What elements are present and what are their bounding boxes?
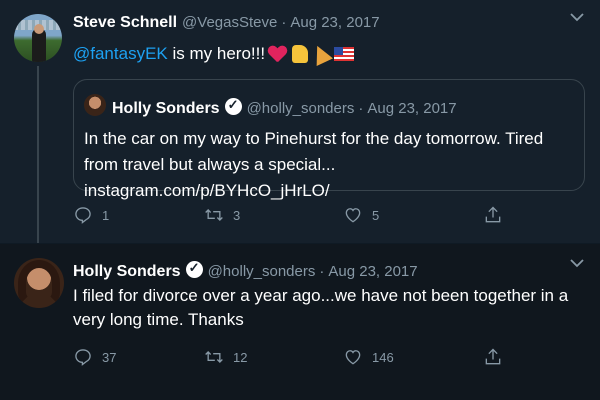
avatar[interactable] bbox=[14, 258, 64, 308]
share-button[interactable] bbox=[483, 205, 512, 225]
like-button[interactable]: 5 bbox=[343, 205, 379, 225]
author-name[interactable]: Steve Schnell bbox=[73, 14, 177, 32]
tweet-actions: 1 3 5 bbox=[73, 205, 513, 227]
separator-dot: · bbox=[281, 14, 287, 31]
retweet-icon bbox=[205, 351, 223, 363]
us-flag-emoji-icon bbox=[334, 47, 355, 61]
like-count: 5 bbox=[372, 207, 380, 223]
thumbs-up-emoji-icon bbox=[292, 45, 309, 63]
tweet-text: I filed for divorce over a year ago...we… bbox=[73, 286, 569, 329]
tweet-header: Steve Schnell @VegasSteve · Aug 23, 2017 bbox=[73, 14, 380, 32]
tweet-text: @fantasyEK is my hero!!! bbox=[73, 42, 355, 66]
quoted-tweet-text: In the car on my way to Pinehurst for th… bbox=[84, 129, 544, 200]
separator-dot: · bbox=[358, 100, 364, 117]
avatar[interactable] bbox=[84, 94, 106, 116]
chevron-down-icon[interactable] bbox=[568, 258, 586, 272]
retweet-count: 3 bbox=[233, 207, 241, 223]
author-name[interactable]: Holly Sonders bbox=[73, 263, 181, 281]
thread-connector-line bbox=[37, 66, 39, 243]
tweet-steve-schnell[interactable]: Steve Schnell @VegasSteve · Aug 23, 2017… bbox=[0, 0, 600, 243]
avatar[interactable] bbox=[14, 14, 62, 62]
chevron-down-icon[interactable] bbox=[568, 12, 586, 26]
tweet-actions: 37 12 146 bbox=[73, 347, 513, 369]
tweet-date[interactable]: Aug 23, 2017 bbox=[367, 100, 456, 117]
like-icon bbox=[345, 350, 361, 365]
reply-icon bbox=[75, 349, 91, 366]
reply-button[interactable]: 37 bbox=[73, 347, 116, 367]
share-icon bbox=[485, 206, 501, 223]
reply-button[interactable]: 1 bbox=[73, 205, 109, 225]
share-button[interactable] bbox=[483, 347, 512, 367]
retweet-icon bbox=[205, 209, 223, 221]
retweet-button[interactable]: 3 bbox=[204, 205, 240, 225]
verified-icon bbox=[185, 260, 203, 278]
like-icon bbox=[345, 208, 361, 223]
author-name[interactable]: Holly Sonders bbox=[112, 100, 220, 118]
retweet-button[interactable]: 12 bbox=[204, 347, 247, 367]
mention-link[interactable]: @fantasyEK bbox=[73, 42, 168, 66]
reply-icon bbox=[75, 207, 91, 224]
tweet-date[interactable]: Aug 23, 2017 bbox=[328, 263, 417, 280]
author-handle[interactable]: @VegasSteve bbox=[182, 14, 277, 31]
quoted-tweet-header: Holly Sonders @holly_sonders · Aug 23, 2… bbox=[112, 96, 457, 118]
quoted-tweet-card[interactable]: Holly Sonders @holly_sonders · Aug 23, 2… bbox=[73, 79, 585, 200]
like-button[interactable]: 146 bbox=[343, 347, 394, 367]
tweet-text-content: is my hero!!! bbox=[172, 44, 266, 63]
reply-count: 37 bbox=[102, 349, 117, 365]
heart-emoji-icon bbox=[268, 46, 286, 62]
separator-dot: · bbox=[319, 263, 325, 280]
reply-count: 1 bbox=[102, 207, 110, 223]
retweet-count: 12 bbox=[233, 349, 248, 365]
verified-icon bbox=[224, 97, 242, 115]
like-count: 146 bbox=[372, 349, 394, 365]
share-icon bbox=[485, 348, 501, 365]
tweet-date[interactable]: Aug 23, 2017 bbox=[290, 14, 379, 31]
party-popper-emoji-icon bbox=[309, 42, 334, 66]
author-handle[interactable]: @holly_sonders bbox=[247, 100, 355, 117]
author-handle[interactable]: @holly_sonders bbox=[208, 263, 316, 280]
tweet-header: Holly Sonders @holly_sonders · Aug 23, 2… bbox=[73, 259, 418, 281]
